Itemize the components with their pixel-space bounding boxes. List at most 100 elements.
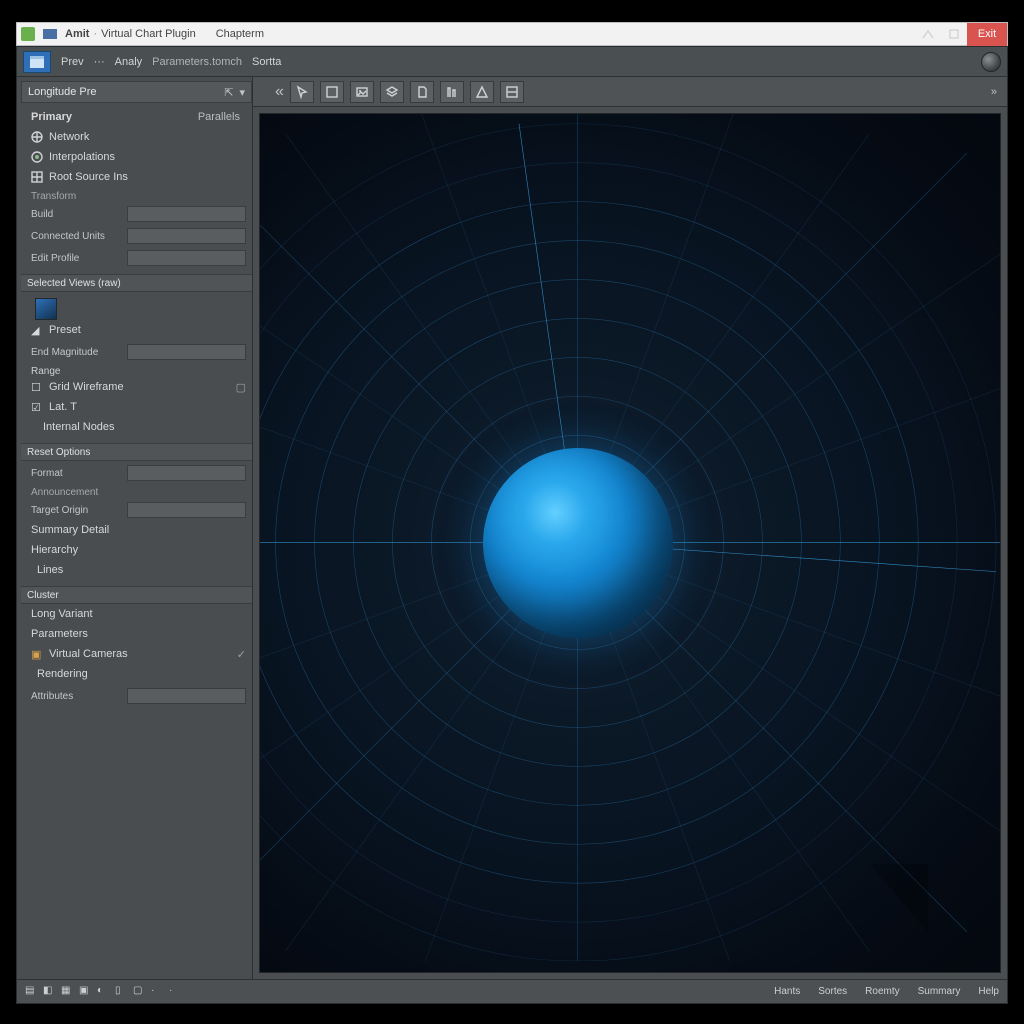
item-parameters[interactable]: Parameters [21,624,252,644]
menu-item-0[interactable]: Prev [61,56,84,68]
tool-measure-button[interactable] [440,81,464,103]
dropdown-icon[interactable]: ▢ [236,381,246,394]
field-build[interactable]: Build [21,204,252,224]
sidebar-item-label: Interpolations [49,151,115,163]
field-format[interactable]: Format [21,463,252,483]
check-internal-nodes[interactable]: Internal Nodes [21,417,252,437]
item-summary-detail[interactable]: Summary Detail [21,520,252,540]
sb-icon-4[interactable]: ▣ [79,985,93,999]
statusbar-icon-tray: ▤ ◧ ▦ ▣ ◐ ▯ ▢ · · [25,985,183,999]
menu-item-3[interactable]: Sortta [252,56,281,68]
app-icon[interactable] [23,51,51,73]
statusbar-hants[interactable]: Hants [774,986,800,997]
sb-icon-2[interactable]: ◧ [43,985,57,999]
preset-thumbnail[interactable] [35,298,57,320]
window-titlebar: Amit · Virtual Chart Plugin Chapterm Exi… [16,22,1008,46]
menu-item-2[interactable]: Parameters.tomch [152,56,242,68]
field-range-label: Range [21,366,252,377]
statusbar-help[interactable]: Help [978,986,999,997]
sidebar-tab-primary[interactable]: Primary [31,111,72,123]
tool-layers-button[interactable] [380,81,404,103]
field-edit-profile-input[interactable] [127,250,246,266]
toolbar-collapse-right-icon[interactable]: » [991,86,997,98]
sb-icon-6[interactable]: ▯ [115,985,129,999]
close-button[interactable]: Exit [967,23,1007,47]
viewport-canvas[interactable] [259,113,1001,973]
checkbox-checked-icon: ▣ [31,648,43,660]
sidebar-item-rootsource[interactable]: Root Source Ins [21,167,252,187]
field-connected-units-input[interactable] [127,228,246,244]
group-reset-header: Reset Options [21,443,252,461]
main-viewport: « » [253,77,1007,979]
window-title-tertiary: Chapterm [216,28,264,40]
menubar: Prev ··· Analy Parameters.tomch Sortta [17,47,1007,77]
sb-icon-7[interactable]: ▢ [133,985,147,999]
preset-row[interactable]: ◢ Preset [21,320,252,340]
status-bar: ▤ ◧ ▦ ▣ ◐ ▯ ▢ · · Hants Sortes Roemty Su… [17,979,1007,1003]
globe-icon [31,131,43,143]
checkbox-checked-icon: ☑ [31,401,43,413]
tool-perspective-button[interactable] [470,81,494,103]
field-edit-profile[interactable]: Edit Profile [21,248,252,268]
sb-icon-5[interactable]: ◐ [97,985,111,999]
group-cluster-header: Cluster [21,586,252,604]
window-title-secondary: Virtual Chart Plugin [101,28,196,40]
sidebar-panel-title: Longitude Pre ⇱ ▾ [21,81,252,103]
sb-icon-8[interactable]: · [151,985,165,999]
check-lat-t[interactable]: ☑ Lat. T [21,397,252,417]
sidebar-panel-title-label: Longitude Pre [28,86,97,98]
check-virtual-cameras[interactable]: ▣ Virtual Cameras ✓ [21,644,252,664]
sidebar-item-network[interactable]: Network [21,127,252,147]
field-connected-units[interactable]: Connected Units [21,226,252,246]
sb-icon-3[interactable]: ▦ [61,985,75,999]
panel-menu-icon[interactable]: ▾ [239,86,245,99]
toolbar-collapse-left-icon[interactable]: « [275,83,284,101]
sidebar: Longitude Pre ⇱ ▾ Primary Parallels Netw… [17,77,253,979]
item-rendering[interactable]: Rendering [21,664,252,684]
statusbar-roemty[interactable]: Roemty [865,986,899,997]
secondary-icon [42,26,58,42]
sidebar-tabs: Primary Parallels [21,107,252,127]
minimize-icon[interactable] [921,27,935,44]
sb-icon-9[interactable]: · [169,985,183,999]
preset-label: Preset [49,324,81,336]
field-attributes[interactable]: Attributes [21,686,252,706]
check-grid-wireframe[interactable]: ☐ Grid Wireframe ▢ [21,377,252,397]
flag-icon: ◢ [31,324,43,336]
field-end-magnitude[interactable]: End Magnitude [21,342,252,362]
group-transform-header: Transform [21,191,252,202]
item-hierarchy[interactable]: Hierarchy [21,540,252,560]
window-title-app: Amit [65,28,89,40]
tool-frame-button[interactable] [320,81,344,103]
menu-sep: ··· [94,56,105,68]
check-mark-icon: ✓ [237,648,246,661]
grid-icon [31,171,43,183]
viewport-toolbar: « » [253,77,1007,107]
tool-page-button[interactable] [410,81,434,103]
sb-icon-1[interactable]: ▤ [25,985,39,999]
sidebar-item-interpolations[interactable]: Interpolations [21,147,252,167]
sidebar-tab-parallels[interactable]: Parallels [198,111,240,123]
statusbar-summary[interactable]: Summary [918,986,961,997]
statusbar-sortes[interactable]: Sortes [818,986,847,997]
globe-icon[interactable] [981,52,1001,72]
checkbox-icon: ☐ [31,381,43,393]
target-icon [31,151,43,163]
tool-pointer-button[interactable] [290,81,314,103]
item-long-variant[interactable]: Long Variant [21,604,252,624]
sidebar-item-label: Network [49,131,89,143]
field-build-input[interactable] [127,206,246,222]
restore-icon[interactable] [947,27,961,44]
panel-pin-icon[interactable]: ⇱ [224,86,233,99]
sidebar-item-label: Root Source Ins [49,171,128,183]
item-lines[interactable]: Lines [21,560,252,580]
center-sphere[interactable] [483,448,673,638]
group-activestring-header: Selected Views (raw) [21,274,252,292]
app-icon-small [20,26,36,42]
tool-image-button[interactable] [350,81,374,103]
app-frame: Prev ··· Analy Parameters.tomch Sortta L… [16,46,1008,1004]
item-target-origin[interactable]: Target Origin [21,500,252,520]
menu-item-1[interactable]: Analy [115,56,143,68]
tool-palette-button[interactable] [500,81,524,103]
group-announcement-header: Announcement [21,487,252,498]
